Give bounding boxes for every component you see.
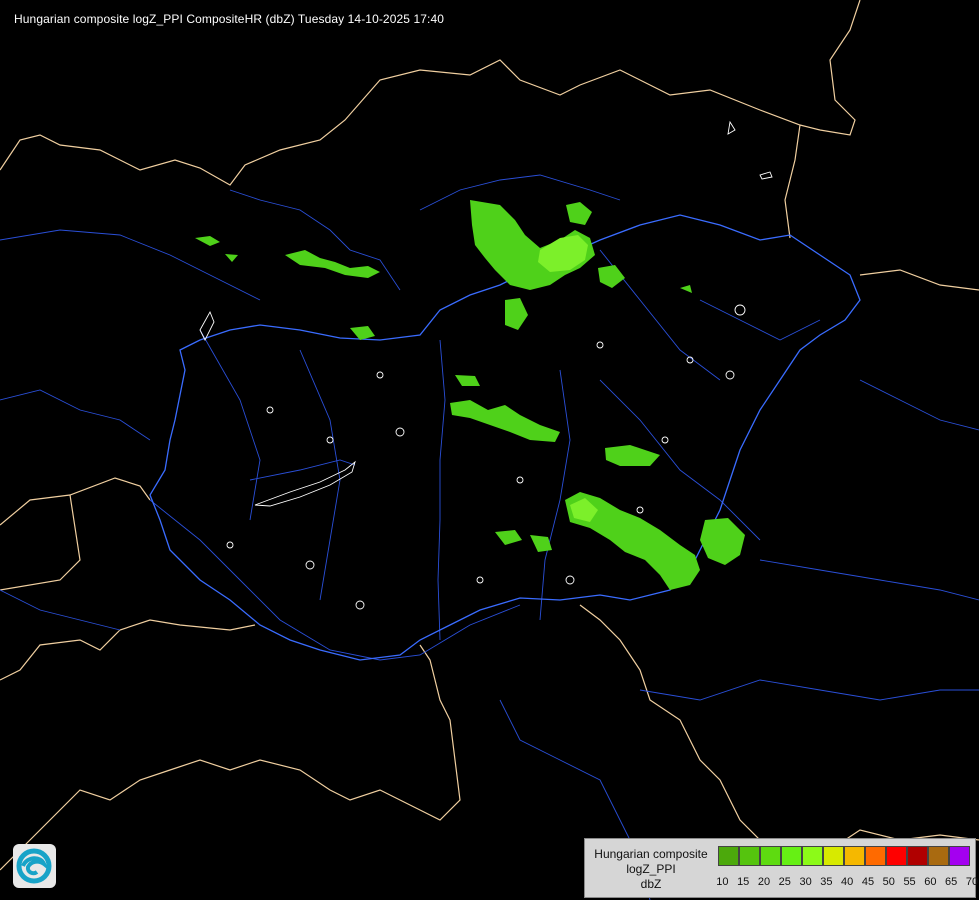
legend-tick-label: 35 — [820, 876, 833, 888]
legend-swatch — [865, 846, 886, 866]
legend-tick-label: 45 — [861, 876, 875, 888]
legend-swatch — [907, 846, 928, 866]
legend-tick-label: 25 — [778, 876, 791, 888]
legend-tick-label: 70 — [965, 876, 979, 888]
radar-echoes — [195, 200, 745, 590]
legend-swatch — [928, 846, 949, 866]
legend-swatch — [718, 846, 739, 866]
legend-line-1: Hungarian composite — [594, 847, 708, 861]
legend-swatch — [886, 846, 907, 866]
omsz-logo-icon — [13, 844, 56, 888]
lakes — [199, 120, 773, 610]
legend-line-3: dbZ — [640, 877, 662, 891]
legend-swatch — [781, 846, 802, 866]
map-title: Hungarian composite logZ_PPI CompositeHR… — [14, 12, 444, 26]
legend-swatch — [739, 846, 760, 866]
legend-swatch — [844, 846, 865, 866]
legend-title: Hungarian composite logZ_PPI dbZ — [589, 847, 713, 892]
legend-tick-label: 30 — [799, 876, 812, 888]
hungary-border — [149, 214, 861, 661]
legend-tick-label: 55 — [903, 876, 916, 888]
legend-swatch — [823, 846, 844, 866]
legend-tick-label: 65 — [945, 876, 958, 888]
legend-ticks: 10 15 20 25 30 35 40 45 50 55 60 65 70 — [712, 876, 979, 888]
legend-tick-label: 15 — [737, 876, 750, 888]
legend-tick-label: 40 — [841, 876, 854, 888]
country-borders — [0, 0, 979, 871]
legend: Hungarian composite logZ_PPI dbZ 10 15 20 2… — [584, 838, 979, 898]
legend-tick-label: 20 — [757, 876, 771, 888]
legend-swatches — [718, 846, 970, 866]
legend-swatch — [760, 846, 781, 866]
legend-swatch — [949, 846, 970, 866]
radar-map — [0, 0, 979, 900]
legend-tick-label: 50 — [882, 876, 895, 888]
legend-tick-label: 10 — [716, 876, 729, 888]
legend-line-2: logZ_PPI — [626, 862, 676, 876]
legend-tick-label: 60 — [924, 876, 937, 888]
rivers — [0, 174, 979, 900]
legend-swatch — [802, 846, 823, 866]
